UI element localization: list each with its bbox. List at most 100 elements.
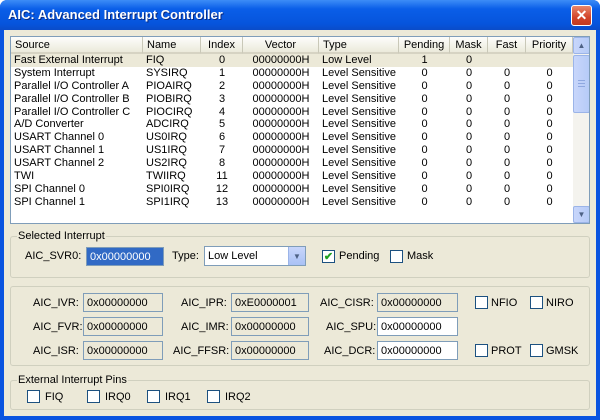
table-row[interactable]: USART Channel 2 US2IRQ 8 00000000H Level Sen… xyxy=(11,157,573,170)
header-priority[interactable]: Priority xyxy=(526,37,573,54)
cell-mask: 0 xyxy=(465,105,473,118)
cell-fast: 0 xyxy=(503,79,511,92)
selected-interrupt-group: Selected Interrupt AIC_SVR0: Type: Low L… xyxy=(10,230,590,278)
cell-fast xyxy=(488,54,526,67)
table-row[interactable]: A/D Converter ADCIRQ 5 00000000H Level Sensi… xyxy=(11,118,573,131)
header-name[interactable]: Name xyxy=(143,37,201,54)
header-mask[interactable]: Mask xyxy=(450,37,488,54)
cell-type: Level Sensitive xyxy=(322,118,396,131)
cell-mask: 0 xyxy=(465,92,473,105)
cell-mask: 0 xyxy=(465,182,473,195)
fiq-pin-label: FIQ xyxy=(45,391,64,403)
dropdown-button[interactable]: ▼ xyxy=(288,247,305,265)
cell-fast: 0 xyxy=(503,195,511,208)
scroll-thumb[interactable] xyxy=(573,55,589,113)
scroll-up-button[interactable]: ▲ xyxy=(573,37,589,54)
pending-checkbox[interactable]: ✔ xyxy=(322,250,335,263)
irq0-pin-label: IRQ0 xyxy=(105,391,131,403)
cell-index: 13 xyxy=(215,195,229,208)
irq2-pin-label: IRQ2 xyxy=(225,391,251,403)
cell-fast: 0 xyxy=(503,92,511,105)
vertical-scrollbar[interactable]: ▲ ▼ xyxy=(573,37,589,223)
table-row[interactable]: Fast External Interrupt FIQ 0 00000000H Low … xyxy=(11,54,573,67)
cell-type: Level Sensitive xyxy=(322,182,396,195)
table-row[interactable]: TWI TWIIRQ 11 00000000H Level Sensitive 0 0 0 0 xyxy=(11,170,573,183)
header-source[interactable]: Source xyxy=(11,37,143,54)
imr-field[interactable] xyxy=(231,317,309,336)
cisr-field[interactable] xyxy=(377,293,458,312)
type-label: Type: xyxy=(172,250,199,262)
grip-line xyxy=(578,86,585,87)
ipr-field[interactable] xyxy=(231,293,309,312)
irq2-pin-checkbox[interactable] xyxy=(207,390,220,403)
table-row[interactable]: USART Channel 1 US1IRQ 7 00000000H Level Sen… xyxy=(11,144,573,157)
ffsr-field[interactable] xyxy=(231,341,309,360)
table-row[interactable]: USART Channel 0 US0IRQ 6 00000000H Level Sen… xyxy=(11,131,573,144)
cell-fast: 0 xyxy=(503,105,511,118)
header-index[interactable]: Index xyxy=(201,37,243,54)
cell-fast: 0 xyxy=(503,131,511,144)
ivr-field[interactable] xyxy=(83,293,163,312)
header-type[interactable]: Type xyxy=(319,37,399,54)
table-row[interactable]: Parallel I/O Controller A PIOAIRQ 2 0000000… xyxy=(11,80,573,93)
cell-priority: 0 xyxy=(546,170,553,183)
prot-label: PROT xyxy=(491,345,522,357)
scroll-down-button[interactable]: ▼ xyxy=(573,206,589,223)
cell-name: US1IRQ xyxy=(146,144,187,157)
cell-index: 7 xyxy=(218,144,226,157)
cell-source: System Interrupt xyxy=(14,66,95,79)
cell-pending: 0 xyxy=(421,66,428,79)
header-pending[interactable]: Pending xyxy=(399,37,450,54)
cell-source: SPI Channel 1 xyxy=(14,195,85,208)
group-label: Selected Interrupt xyxy=(17,230,106,242)
isr-field[interactable] xyxy=(83,341,163,360)
interrupt-table: Source Name Index Vector Type Pending Ma… xyxy=(10,36,590,224)
nfio-checkbox[interactable] xyxy=(475,296,488,309)
irq1-pin-checkbox[interactable] xyxy=(147,390,160,403)
arrow-down-icon: ▼ xyxy=(577,210,586,219)
prot-checkbox[interactable] xyxy=(475,344,488,357)
cell-fast: 0 xyxy=(503,66,511,79)
cell-priority xyxy=(526,54,573,67)
fiq-pin-checkbox[interactable] xyxy=(27,390,40,403)
fvr-label: AIC_FVR: xyxy=(33,321,83,333)
cell-index: 8 xyxy=(218,157,226,170)
cell-mask: 0 xyxy=(465,79,473,92)
cell-name: US0IRQ xyxy=(146,131,187,144)
table-row[interactable]: System Interrupt SYSIRQ 1 00000000H Level Se… xyxy=(11,67,573,80)
table-row[interactable]: Parallel I/O Controller C PIOCIRQ 4 0000000… xyxy=(11,106,573,119)
mask-label: Mask xyxy=(407,250,434,262)
cell-pending: 0 xyxy=(421,195,428,208)
chevron-down-icon: ▼ xyxy=(293,251,301,261)
cell-priority: 0 xyxy=(546,195,553,208)
spu-label: AIC_SPU: xyxy=(326,321,377,333)
cell-vector: 00000000H xyxy=(252,182,310,195)
cell-vector: 00000000H xyxy=(252,131,310,144)
cell-pending: 0 xyxy=(421,170,428,183)
cell-vector: 00000000H xyxy=(252,157,310,170)
fvr-field[interactable] xyxy=(83,317,163,336)
spu-input[interactable] xyxy=(377,317,458,336)
cell-vector: 00000000H xyxy=(252,118,310,131)
cell-priority: 0 xyxy=(546,144,553,157)
cell-fast: 0 xyxy=(503,157,511,170)
cell-name: TWIIRQ xyxy=(146,170,186,183)
cell-mask: 0 xyxy=(465,131,473,144)
header-vector[interactable]: Vector xyxy=(243,37,319,54)
table-row[interactable]: SPI Channel 0 SPI0IRQ 12 00000000H Level Sen… xyxy=(11,183,573,196)
mask-checkbox[interactable] xyxy=(390,250,403,263)
cell-fast: 0 xyxy=(503,182,511,195)
table-row[interactable]: Parallel I/O Controller B PIOBIRQ 3 0000000… xyxy=(11,93,573,106)
header-fast[interactable]: Fast xyxy=(488,37,526,54)
niro-checkbox[interactable] xyxy=(530,296,543,309)
svr-input[interactable] xyxy=(86,247,164,266)
cell-vector: 00000000H xyxy=(252,79,310,92)
irq0-pin-checkbox[interactable] xyxy=(87,390,100,403)
gmsk-checkbox[interactable] xyxy=(530,344,543,357)
type-value: Low Level xyxy=(208,250,258,262)
cell-name: SPI1IRQ xyxy=(146,195,190,208)
close-button[interactable]: ✕ xyxy=(571,5,592,26)
type-select[interactable]: Low Level ▼ xyxy=(204,246,306,266)
dcr-input[interactable] xyxy=(377,341,458,360)
table-row[interactable]: SPI Channel 1 SPI1IRQ 13 00000000H Level Sen… xyxy=(11,196,573,209)
